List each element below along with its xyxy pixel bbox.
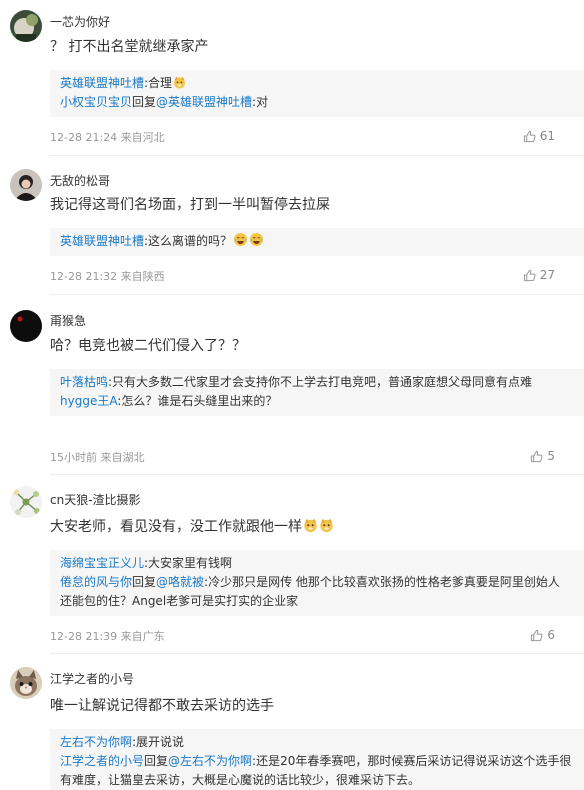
- reply-text: :这么离谱的吗？: [144, 234, 233, 248]
- comment-username[interactable]: 甭猴急: [50, 312, 86, 329]
- reply-item: 江学之者的小号回复@左右不为你啊:还是20年春季赛吧，那时候赛后采访记得说采访这…: [60, 752, 574, 790]
- reply-author[interactable]: 叶落枯鸣: [60, 375, 108, 389]
- reply-item: 小权宝贝宝贝回复@英雄联盟神吐槽:对: [60, 93, 574, 112]
- comment-username[interactable]: 无敌的松哥: [50, 172, 110, 189]
- reply-box: 英雄联盟神吐槽:合理 小权宝贝宝贝回复@英雄联盟神吐槽:对: [50, 70, 584, 117]
- comment-text-body: 哈？电竞也被二代们侵入了？？: [50, 338, 246, 354]
- comment-meta: 12-28 21:24 来自河北: [50, 131, 165, 144]
- reply-target[interactable]: @英雄联盟神吐槽: [156, 95, 252, 109]
- like-count: 6: [547, 628, 555, 642]
- comment-text: ？ 打不出名堂就继承家产: [50, 36, 570, 58]
- reply-author[interactable]: 小权宝贝宝贝: [60, 95, 132, 109]
- thumbs-up-icon: [523, 130, 536, 143]
- avatar[interactable]: [10, 169, 42, 201]
- comment-text: 唯一让解说记得都不敢去采访的选手: [50, 695, 570, 717]
- like-button[interactable]: 6: [530, 628, 555, 642]
- reply-author[interactable]: hygge王A: [60, 394, 117, 408]
- reply-author[interactable]: 英雄联盟神吐槽: [60, 76, 144, 90]
- reply-author[interactable]: 英雄联盟神吐槽: [60, 234, 144, 248]
- reply-item: hygge王A:怎么？谁是石头缝里出来的？: [60, 392, 574, 411]
- doge-emoji-icon: [173, 76, 186, 89]
- reply-author[interactable]: 倦怠的风与你: [60, 575, 132, 589]
- reply-item: 叶落枯鸣:只有大多数二代家里才会支持你不上学去打电竞吧，普通家庭想父母同意有点难: [60, 373, 574, 392]
- reply-author[interactable]: 江学之者的小号: [60, 754, 144, 768]
- avatar[interactable]: [10, 310, 42, 342]
- reply-item: 左右不为你啊:展开说说: [60, 733, 574, 752]
- doge-emoji-icon: [303, 518, 318, 533]
- avatar[interactable]: [10, 667, 42, 699]
- divider: [50, 294, 584, 295]
- comment-text-body: 唯一让解说记得都不敢去采访的选手: [50, 698, 274, 714]
- reply-author[interactable]: 海绵宝宝正义儿: [60, 556, 144, 570]
- reply-box: 英雄联盟神吐槽:这么离谱的吗？: [50, 228, 584, 256]
- reply-target[interactable]: @左右不为你啊: [168, 754, 252, 768]
- divider: [50, 155, 584, 156]
- avatar[interactable]: [10, 10, 42, 42]
- reply-target[interactable]: @咯就被: [156, 575, 204, 589]
- like-count: 61: [539, 129, 555, 143]
- reply-box: 海绵宝宝正义儿:大安家里有钱啊 倦怠的风与你回复@咯就被:冷少那只是网传 他那个…: [50, 550, 584, 616]
- like-button[interactable]: 27: [523, 268, 555, 282]
- reply-text: :怎么？谁是石头缝里出来的？: [117, 394, 278, 408]
- reply-box: 左右不为你啊:展开说说 江学之者的小号回复@左右不为你啊:还是20年春季赛吧，那…: [50, 729, 584, 790]
- reply-text: :只有大多数二代家里才会支持你不上学去打电竞吧，普通家庭想父母同意有点难: [108, 375, 533, 389]
- reply-item: 英雄联盟神吐槽:合理: [60, 74, 574, 93]
- comment-text: 哈？电竞也被二代们侵入了？？: [50, 335, 570, 357]
- divider: [50, 653, 584, 654]
- like-button[interactable]: 61: [523, 129, 555, 143]
- reply-item: 倦怠的风与你回复@咯就被:冷少那只是网传 他那个比较喜欢张扬的性格老爹真要是阿里…: [60, 573, 574, 611]
- comment-text-body: ？ 打不出名堂就继承家产: [50, 39, 209, 55]
- comment-text-body: 我记得这哥们名场面，打到一半叫暂停去拉屎: [50, 197, 330, 213]
- reply-mid: 回复: [132, 575, 157, 589]
- comment-text-body: 大安老师，看见没有，没工作就跟他一样: [50, 519, 302, 535]
- comment-meta: 12-28 21:32 来自陕西: [50, 270, 165, 283]
- laughing-emoji-icon: [249, 232, 264, 247]
- comment-meta: 12-28 21:39 来自广东: [50, 630, 165, 643]
- like-button[interactable]: 5: [530, 449, 555, 463]
- reply-text: :对: [252, 95, 269, 109]
- reply-author[interactable]: 左右不为你啊: [60, 735, 132, 749]
- reply-text: :大安家里有钱啊: [144, 556, 233, 570]
- reply-item: 海绵宝宝正义儿:大安家里有钱啊: [60, 554, 574, 573]
- comment-username[interactable]: cn天狼-渣比摄影: [50, 491, 141, 508]
- comment-meta: 15小时前 来自湖北: [50, 451, 145, 464]
- comment-text: 我记得这哥们名场面，打到一半叫暂停去拉屎: [50, 194, 570, 216]
- comment-username[interactable]: 江学之者的小号: [50, 670, 134, 687]
- laughing-emoji-icon: [233, 232, 248, 247]
- reply-mid: 回复: [144, 754, 169, 768]
- reply-text: :展开说说: [132, 735, 185, 749]
- comment-text: 大安老师，看见没有，没工作就跟他一样: [50, 516, 570, 538]
- reply-text: :合理: [144, 76, 173, 90]
- like-count: 5: [547, 449, 555, 463]
- thumbs-up-icon: [523, 269, 536, 282]
- thumbs-up-icon: [530, 450, 543, 463]
- thumbs-up-icon: [530, 629, 543, 642]
- reply-item: 英雄联盟神吐槽:这么离谱的吗？: [60, 232, 574, 251]
- reply-mid: 回复: [132, 95, 157, 109]
- like-count: 27: [539, 268, 555, 282]
- reply-box: 叶落枯鸣:只有大多数二代家里才会支持你不上学去打电竞吧，普通家庭想父母同意有点难…: [50, 369, 584, 416]
- divider: [50, 474, 584, 475]
- doge-emoji-icon: [319, 518, 334, 533]
- comment-username[interactable]: 一芯为你好: [50, 13, 110, 30]
- avatar[interactable]: [10, 486, 42, 518]
